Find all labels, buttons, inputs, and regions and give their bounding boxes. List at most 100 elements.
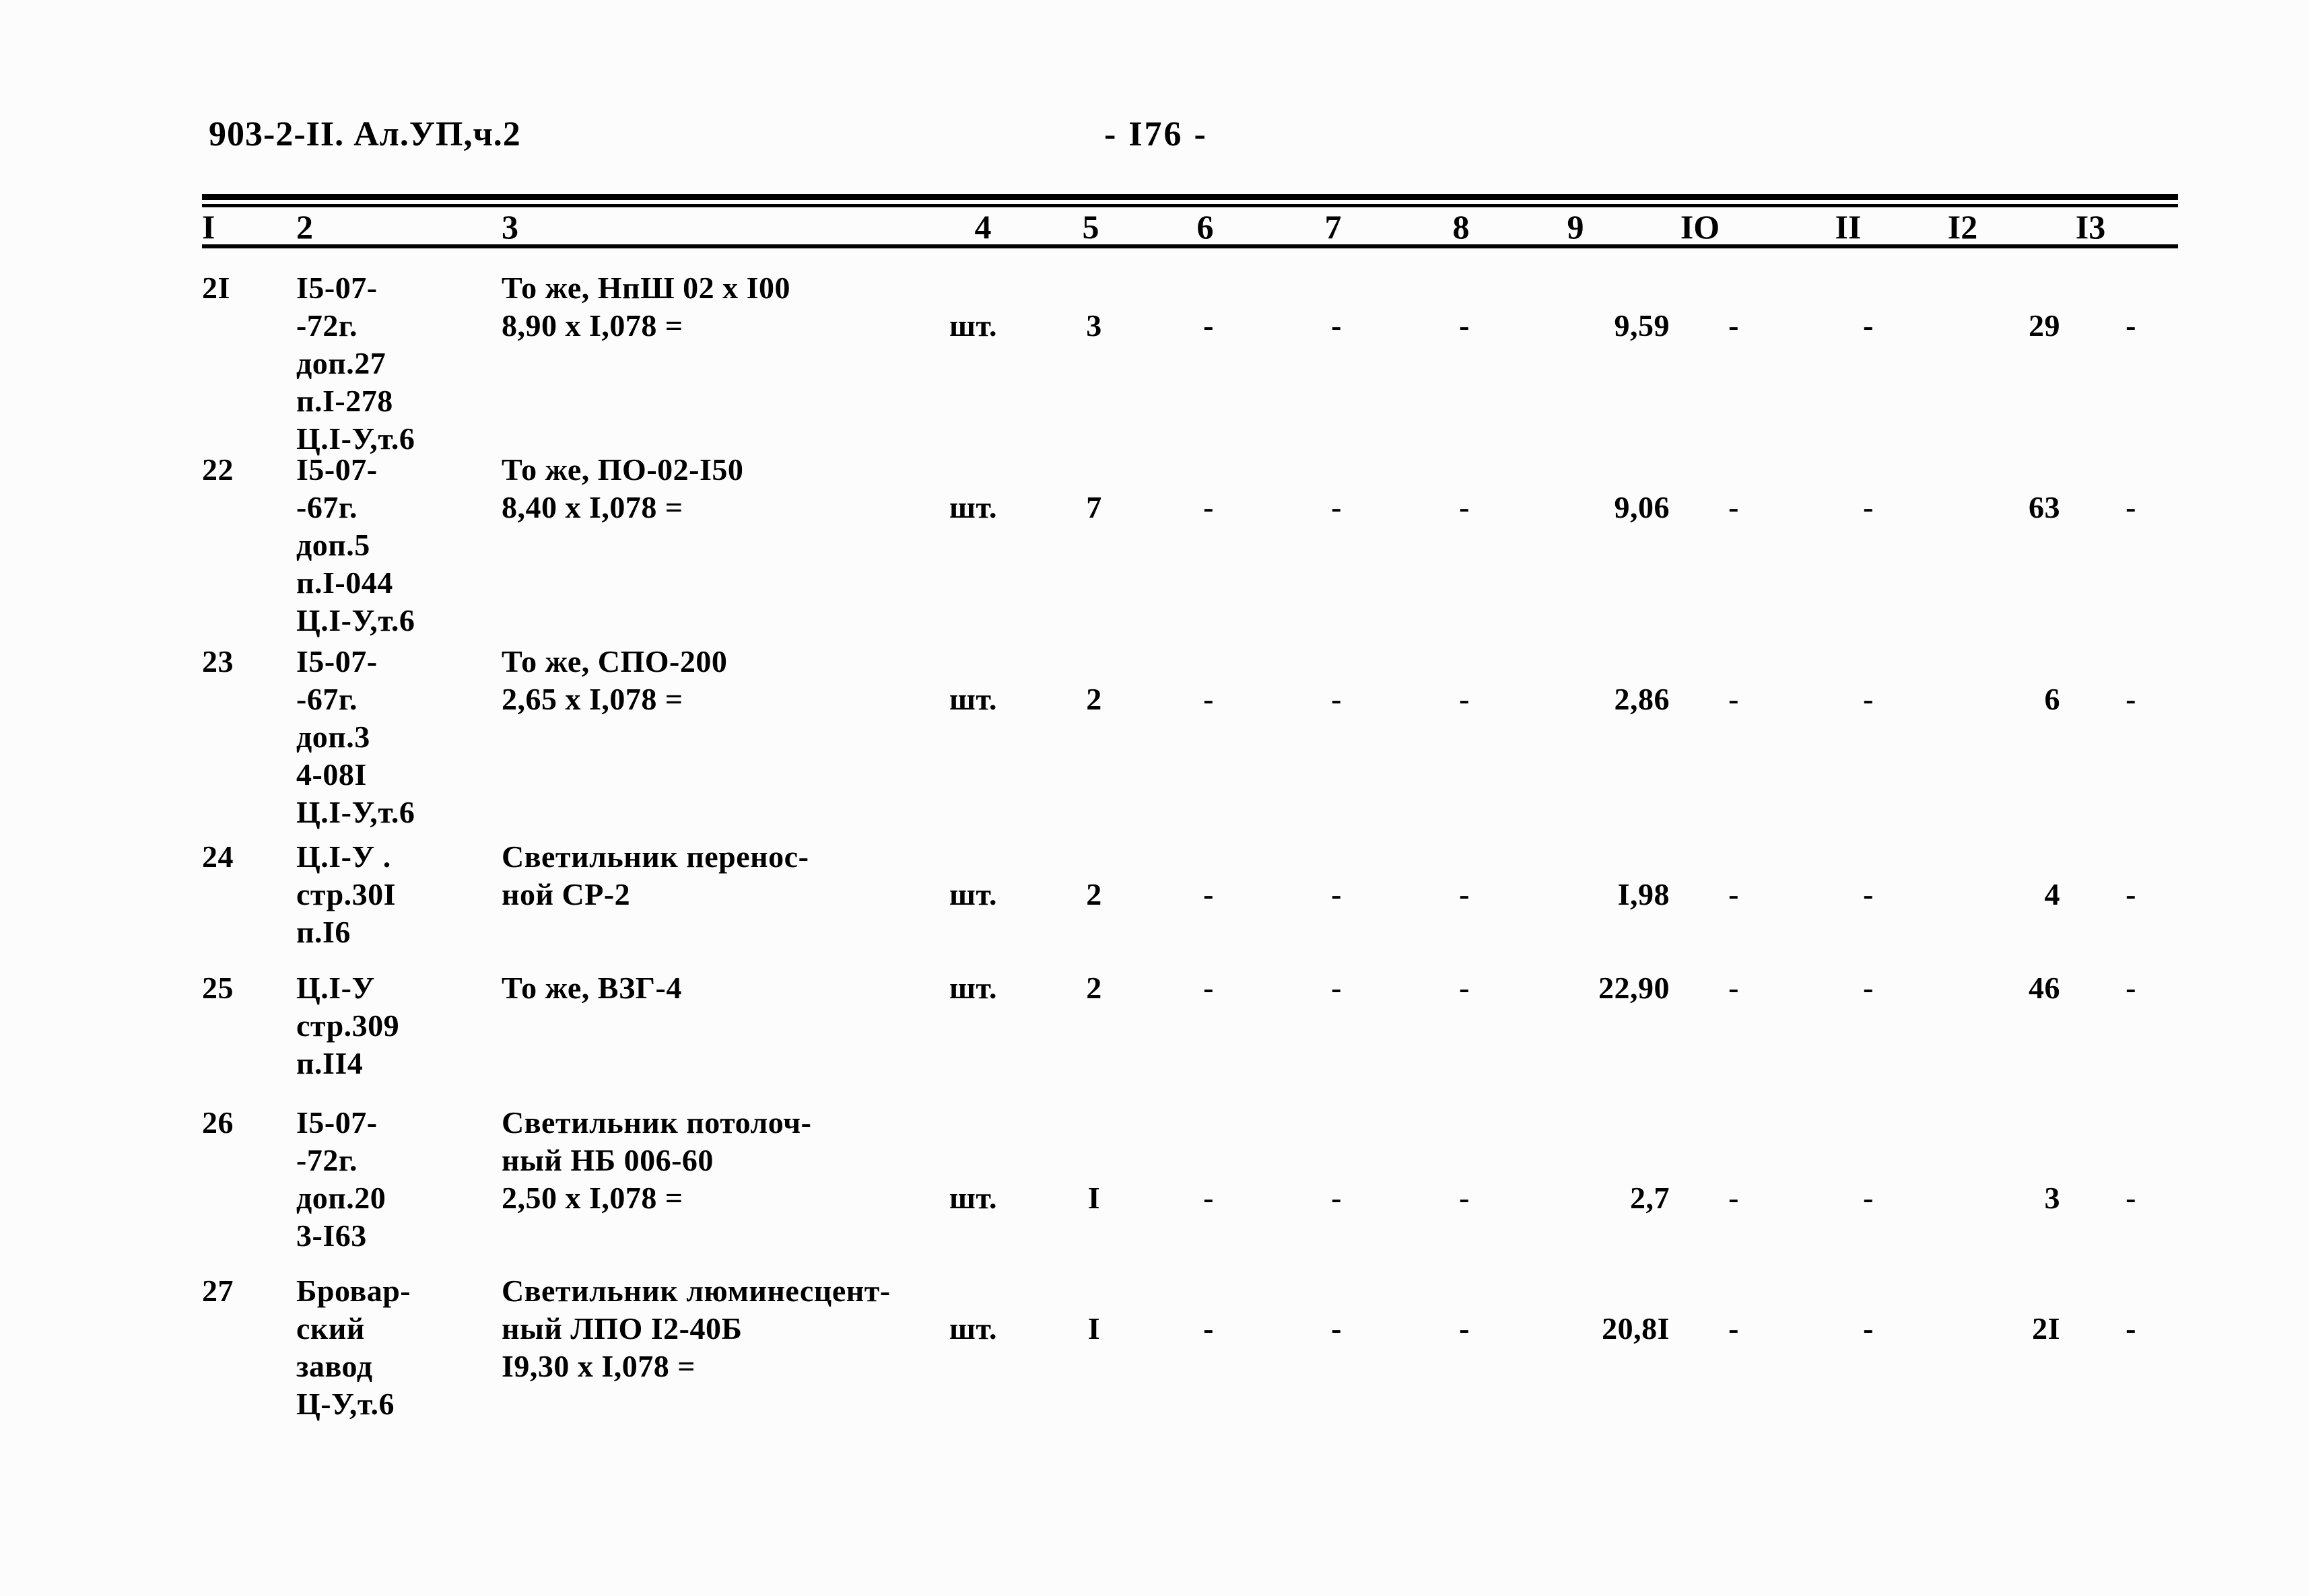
row-number: 2I (202, 271, 230, 305)
value-col-6: - (1203, 877, 1214, 911)
column-header-8: 8 (1452, 208, 1470, 246)
source-reference: Ц.I-У . стр.30I п.I6 (296, 839, 397, 949)
total-cost: 63 (2029, 490, 2060, 524)
unit-of-measure: шт. (949, 490, 997, 524)
item-description: То же, ВЗГ-4 (502, 971, 682, 1005)
unit-price: 2,7 (1630, 1181, 1670, 1215)
document-code: 903-2-II. Ал.УП,ч.2 (209, 115, 521, 153)
value-col-7: - (1331, 971, 1342, 1005)
source-reference: I5-07- -72г. доп.20 3-I63 (296, 1105, 386, 1253)
value-col-13: - (2126, 971, 2136, 1005)
value-col-13: - (2126, 1181, 2136, 1215)
quantity: 2 (1086, 971, 1102, 1005)
total-cost: 2I (2032, 1311, 2060, 1346)
quantity: 7 (1086, 490, 1102, 524)
value-col-11: - (1863, 1181, 1874, 1215)
table-row: 24 Ц.I-У . стр.30I п.I6 Светильник перен… (0, 838, 2310, 969)
row-number: 27 (202, 1274, 234, 1308)
value-col-7: - (1331, 308, 1342, 343)
value-col-10: - (1728, 971, 1739, 1005)
unit-of-measure: шт. (949, 682, 997, 716)
unit-price: 20,8I (1602, 1311, 1670, 1346)
total-cost: 3 (2044, 1181, 2060, 1215)
unit-price: I,98 (1617, 877, 1670, 911)
table-row: 23 I5-07- -67г. доп.3 4-08I Ц.I-У,т.6 То… (0, 643, 2310, 838)
quantity: I (1087, 1181, 1101, 1215)
value-col-11: - (1863, 308, 1874, 343)
total-cost: 6 (2044, 682, 2060, 716)
table-row: 2I I5-07- -72г. доп.27 п.I-278 Ц.I-У,т.6… (0, 256, 2310, 456)
item-description: То же, НпШ 02 х I00 8,90 х I,078 = (502, 271, 790, 343)
column-header-1: I (202, 208, 215, 246)
total-cost: 4 (2044, 877, 2060, 911)
value-col-6: - (1203, 1181, 1214, 1215)
value-col-7: - (1331, 682, 1342, 716)
unit-price: 2,86 (1614, 682, 1670, 716)
scanned-page: 903-2-II. Ал.УП,ч.2 - I76 - I 2 3 4 5 6 … (0, 0, 2310, 1596)
value-col-6: - (1203, 971, 1214, 1005)
total-cost: 29 (2029, 308, 2060, 343)
value-col-10: - (1728, 490, 1739, 524)
source-reference: I5-07- -67г. доп.5 п.I-044 Ц.I-У,т.6 (296, 452, 415, 637)
value-col-8: - (1459, 1311, 1470, 1346)
value-col-10: - (1728, 1181, 1739, 1215)
value-col-13: - (2126, 682, 2136, 716)
source-reference: Ц.I-У стр.309 п.II4 (296, 971, 400, 1080)
value-col-6: - (1203, 682, 1214, 716)
unit-of-measure: шт. (949, 877, 997, 911)
value-col-11: - (1863, 1311, 1874, 1346)
value-col-10: - (1728, 682, 1739, 716)
value-col-13: - (2126, 308, 2136, 343)
table-top-rule (202, 194, 2178, 200)
source-reference: Бровар- ский завод Ц-У,т.6 (296, 1274, 411, 1421)
value-col-11: - (1863, 682, 1874, 716)
unit-price: 9,06 (1614, 490, 1670, 524)
column-header-11: II (1835, 208, 1862, 246)
row-number: 24 (202, 839, 234, 874)
value-col-8: - (1459, 1181, 1470, 1215)
value-col-13: - (2126, 877, 2136, 911)
item-description: Светильник перенос- ной СР-2 (502, 839, 809, 911)
value-col-13: - (2126, 1311, 2136, 1346)
item-description: То же, ПО-02-I50 8,40 х I,078 = (502, 452, 744, 524)
value-col-11: - (1863, 877, 1874, 911)
column-header-5: 5 (1082, 208, 1099, 246)
page-number: - I76 - (1104, 115, 1208, 153)
value-col-8: - (1459, 308, 1470, 343)
table-row: 27 Бровар- ский завод Ц-У,т.6 Светильник… (0, 1272, 2310, 1447)
row-number: 25 (202, 971, 234, 1005)
quantity: 2 (1086, 877, 1102, 911)
value-col-11: - (1863, 971, 1874, 1005)
unit-of-measure: шт. (949, 308, 997, 343)
value-col-11: - (1863, 490, 1874, 524)
value-col-10: - (1728, 308, 1739, 343)
source-reference: I5-07- -67г. доп.3 4-08I Ц.I-У,т.6 (296, 644, 415, 829)
total-cost: 46 (2029, 971, 2060, 1005)
value-col-13: - (2126, 490, 2136, 524)
column-header-9: 9 (1567, 208, 1584, 246)
unit-of-measure: шт. (949, 1311, 997, 1346)
value-col-6: - (1203, 1311, 1214, 1346)
value-col-7: - (1331, 1311, 1342, 1346)
value-col-8: - (1459, 682, 1470, 716)
row-number: 23 (202, 644, 234, 679)
value-col-7: - (1331, 1181, 1342, 1215)
value-col-7: - (1331, 490, 1342, 524)
column-header-2: 2 (296, 208, 313, 246)
column-header-7: 7 (1324, 208, 1342, 246)
value-col-7: - (1331, 877, 1342, 911)
unit-of-measure: шт. (949, 1181, 997, 1215)
row-number: 22 (202, 452, 234, 487)
column-header-4: 4 (974, 208, 992, 246)
unit-price: 9,59 (1614, 308, 1670, 343)
value-col-8: - (1459, 877, 1470, 911)
column-header-10: IO (1680, 208, 1720, 246)
table-body: 2I I5-07- -72г. доп.27 п.I-278 Ц.I-У,т.6… (0, 256, 2310, 1447)
value-col-10: - (1728, 1311, 1739, 1346)
value-col-10: - (1728, 877, 1739, 911)
page-header: 903-2-II. Ал.УП,ч.2 - I76 - (0, 114, 2310, 162)
column-header-13: I3 (2075, 208, 2106, 246)
column-header-12: I2 (1947, 208, 1978, 246)
table-row: 22 I5-07- -67г. доп.5 п.I-044 Ц.I-У,т.6 … (0, 451, 2310, 643)
value-col-6: - (1203, 308, 1214, 343)
